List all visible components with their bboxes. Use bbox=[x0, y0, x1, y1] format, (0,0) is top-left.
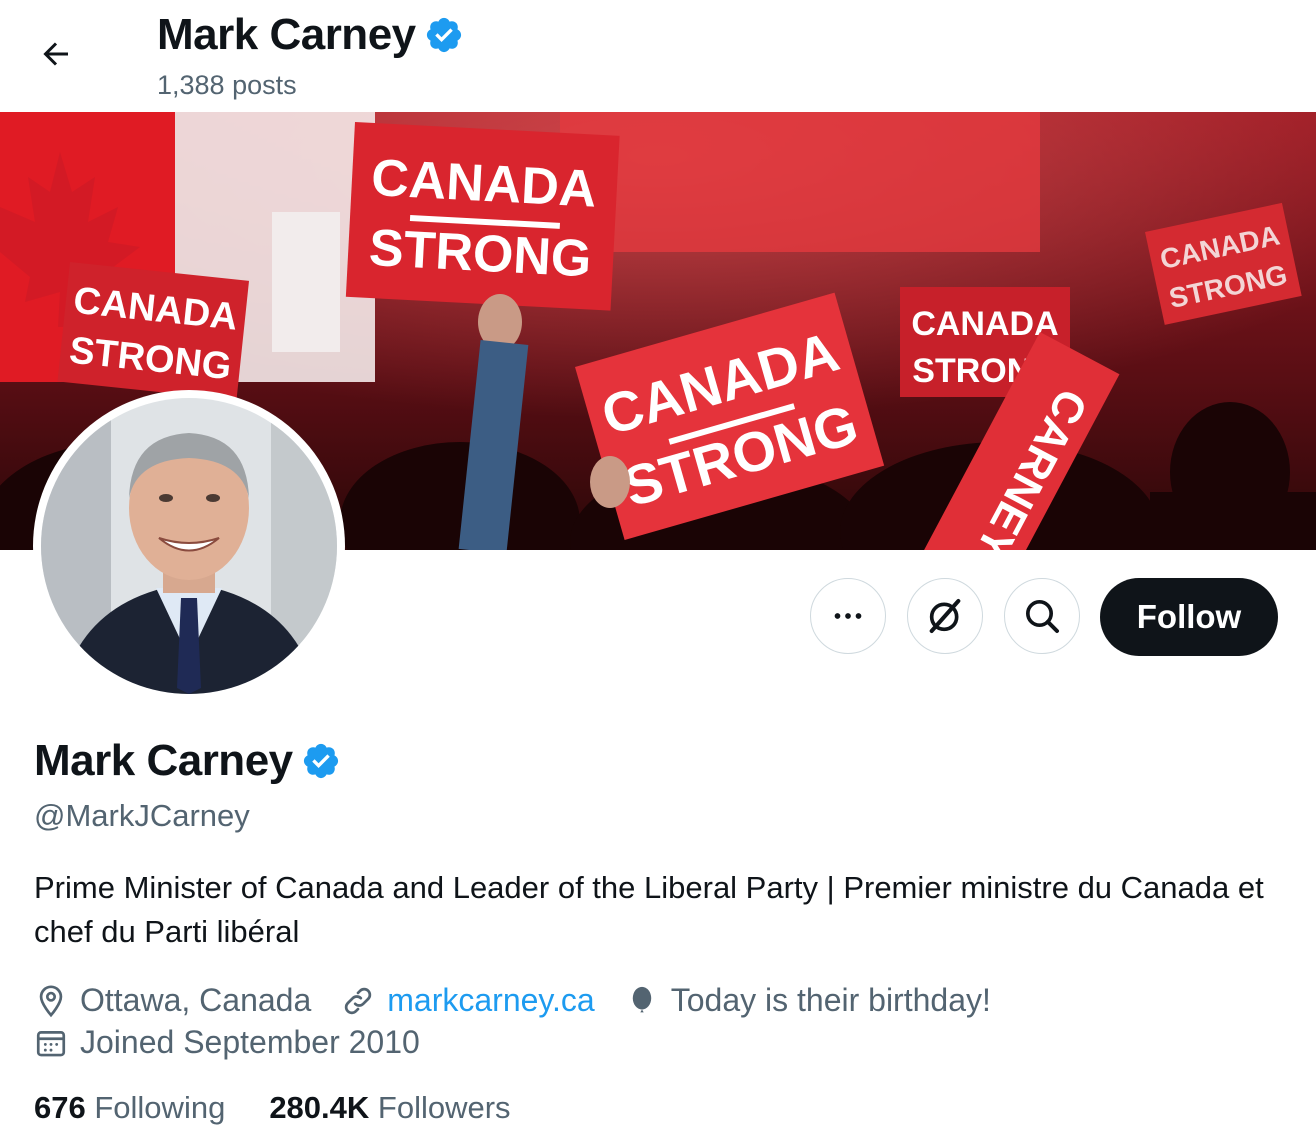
banner-sign-text: STRONG bbox=[368, 219, 593, 289]
birthday-text: Today is their birthday! bbox=[670, 982, 991, 1018]
verified-badge-icon bbox=[426, 17, 461, 53]
following-count: 676 bbox=[34, 1090, 86, 1125]
header-display-name: Mark Carney bbox=[157, 10, 416, 59]
location-text: Ottawa, Canada bbox=[80, 982, 312, 1018]
profile-meta-row: Ottawa, Canada markcarney.ca Today is th… bbox=[34, 982, 1021, 1019]
website-item[interactable]: markcarney.ca bbox=[341, 982, 595, 1019]
followers-link[interactable]: 280.4K Followers bbox=[269, 1090, 510, 1126]
search-icon bbox=[1026, 600, 1059, 633]
link-icon bbox=[345, 987, 372, 1014]
following-link[interactable]: 676 Following bbox=[34, 1090, 225, 1126]
post-count: 1,388 posts bbox=[157, 70, 297, 100]
profile-handle: @MarkJCarney bbox=[34, 798, 250, 833]
grok-button[interactable] bbox=[907, 578, 983, 654]
grok-icon bbox=[929, 599, 961, 633]
following-label: Following bbox=[94, 1090, 226, 1125]
avatar bbox=[41, 398, 337, 694]
verified-badge-icon[interactable] bbox=[301, 741, 341, 781]
calendar-icon bbox=[36, 1030, 66, 1056]
top-bar: Mark Carney 1,388 posts bbox=[0, 0, 1316, 112]
back-arrow-icon bbox=[43, 42, 68, 66]
balloon-icon bbox=[632, 986, 651, 1012]
birthday-item: Today is their birthday! bbox=[625, 982, 991, 1019]
follow-button[interactable]: Follow bbox=[1100, 578, 1278, 656]
banner-sign-text: CANADA bbox=[911, 305, 1058, 343]
profile-stats: 676 Following 280.4K Followers bbox=[34, 1090, 511, 1126]
joined-text: Joined September 2010 bbox=[80, 1024, 420, 1060]
location-item: Ottawa, Canada bbox=[34, 982, 311, 1019]
location-icon bbox=[39, 984, 63, 1017]
profile-bio: Prime Minister of Canada and Leader of t… bbox=[34, 870, 1264, 949]
header-title: Mark Carney bbox=[157, 10, 464, 60]
back-button[interactable] bbox=[30, 30, 82, 78]
joined-item: Joined September 2010 bbox=[34, 1024, 420, 1061]
banner-sign-text: CANADA bbox=[370, 149, 598, 219]
avatar-frame[interactable] bbox=[33, 390, 345, 702]
profile-display-name: Mark Carney bbox=[34, 736, 293, 785]
website-link[interactable]: markcarney.ca bbox=[387, 982, 594, 1019]
profile-meta-row-2: Joined September 2010 bbox=[34, 1024, 450, 1061]
followers-label: Followers bbox=[377, 1090, 511, 1125]
more-icon bbox=[834, 613, 862, 619]
profile-name: Mark Carney bbox=[34, 736, 341, 786]
search-profile-button[interactable] bbox=[1004, 578, 1080, 654]
followers-count: 280.4K bbox=[269, 1090, 370, 1125]
more-options-button[interactable] bbox=[810, 578, 886, 654]
